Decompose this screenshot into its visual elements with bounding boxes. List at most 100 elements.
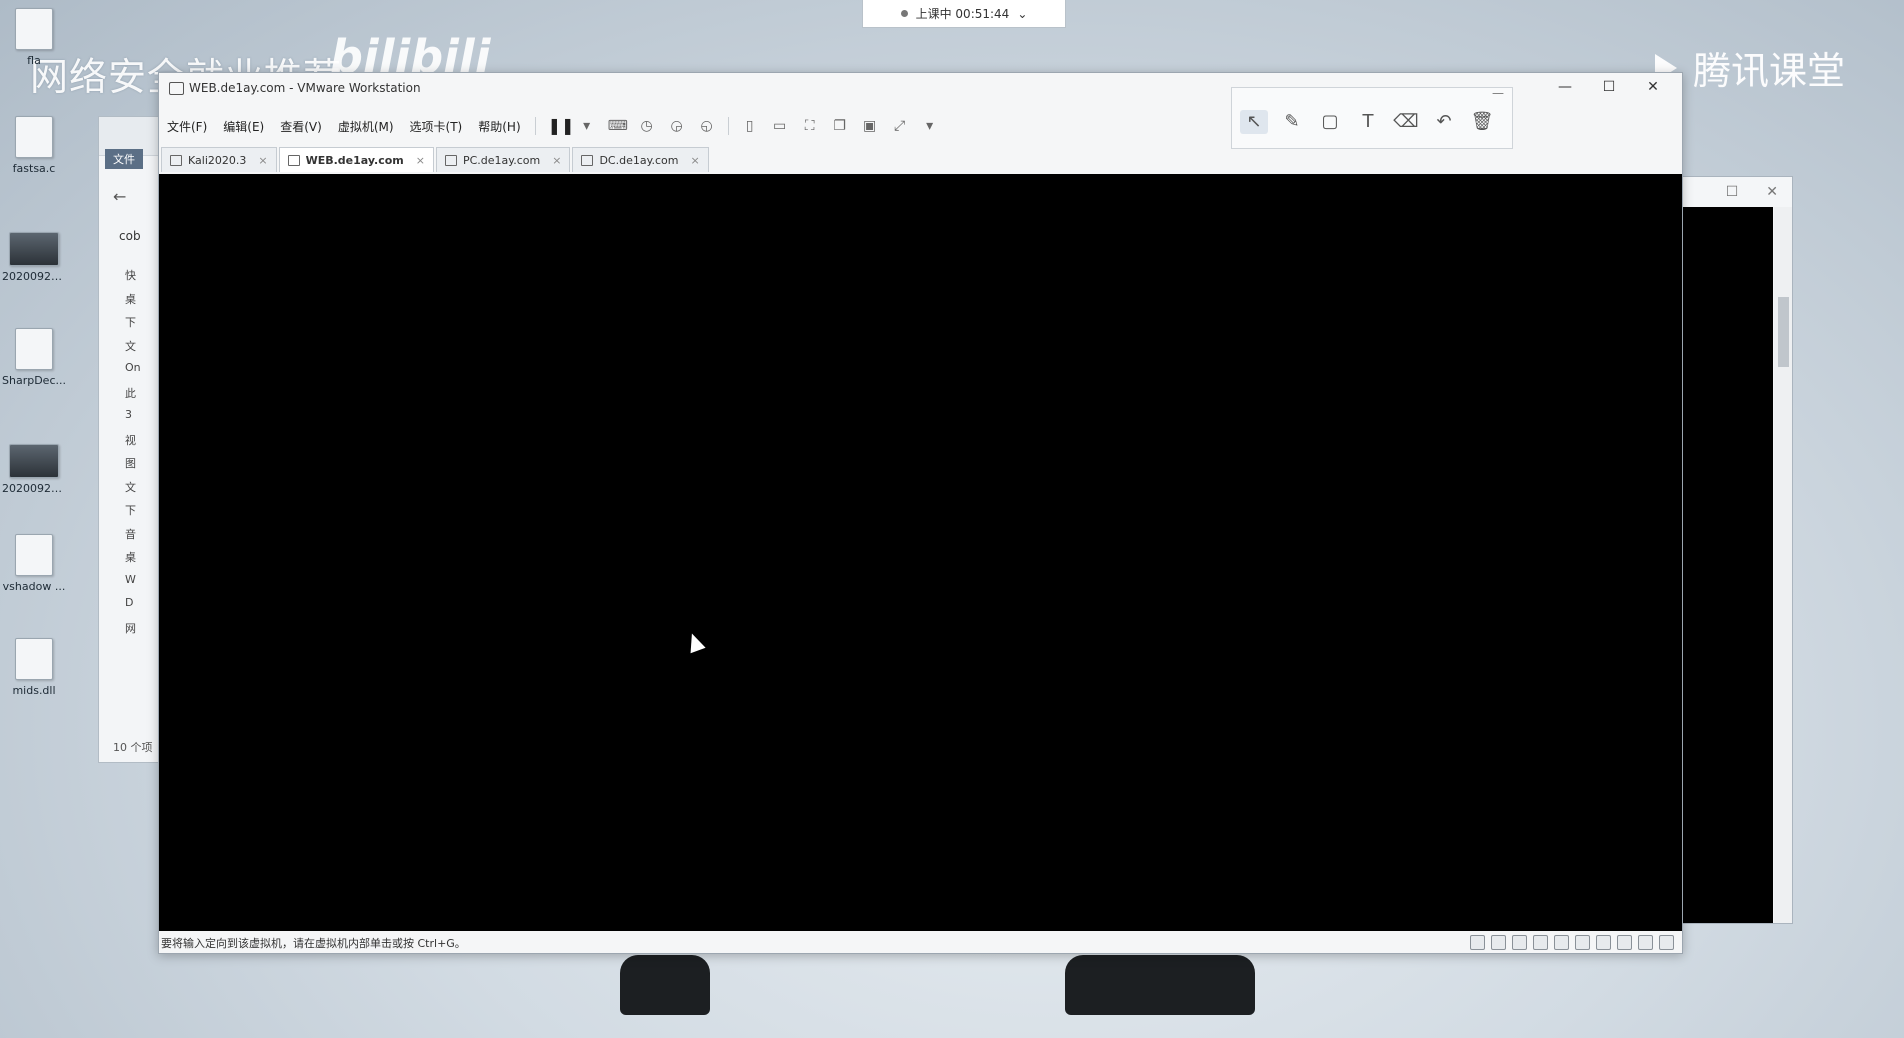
vm-icon [170,154,182,166]
stretch-icon[interactable]: ⤢ [891,118,909,134]
desktop-icon-label: mids.dll [12,684,56,697]
nav-item[interactable]: 快 [125,267,141,291]
trash-icon[interactable]: 🗑 [1468,110,1496,134]
pause-icon[interactable]: ❚❚ [548,118,575,134]
nav-item[interactable]: 视 [125,432,141,456]
snapshot-icon[interactable]: ◷ [638,118,656,134]
send-ctrl-alt-del-icon[interactable]: ⌨ [608,118,628,134]
sound-icon[interactable] [1575,935,1590,950]
menu-tabs[interactable]: 选项卡(T) [402,118,471,135]
maximize-button[interactable]: ☐ [1599,79,1619,95]
menu-view[interactable]: 查看(V) [272,118,330,135]
desktop-icon-label: 20200927 ... [2,482,66,495]
status-message: 要将输入定向到该虚拟机，请在虚拟机内部单击或按 Ctrl+G。 [161,937,466,950]
hdd-icon[interactable] [1470,935,1485,950]
explorer-item-count: 10 个项 [113,741,153,754]
desktop-icon[interactable]: vshadow ... [2,534,66,593]
revert-snapshot-icon[interactable]: ◶ [668,118,686,134]
menu-file[interactable]: 文件(F) [159,118,215,135]
nav-item[interactable]: W [125,573,141,597]
display-icon[interactable] [1617,935,1632,950]
tab-dc[interactable]: DC.de1ay.com × [572,147,709,172]
manage-snapshots-icon[interactable]: ◵ [698,118,716,134]
file-icon [15,116,53,158]
nav-item[interactable]: 下 [125,502,141,526]
network-icon[interactable] [1512,935,1527,950]
file-icon [15,534,53,576]
video-icon [9,232,59,266]
vm-icon [444,154,457,166]
tab-web[interactable]: WEB.de1ay.com × [278,147,434,172]
annotation-minimize-icon[interactable]: — [1492,86,1504,100]
nav-item[interactable]: 3 [125,408,141,432]
vm-icon [581,154,594,166]
pen-icon[interactable]: ✎ [1278,110,1306,134]
close-button[interactable]: ✕ [1643,79,1663,95]
nav-item[interactable]: 文 [125,479,141,503]
tab-pc[interactable]: PC.de1ay.com × [435,147,571,172]
unity-icon[interactable]: ❐ [831,118,849,134]
nav-item[interactable]: 此 [125,385,141,409]
tencent-classroom-logo: 腾讯课堂 [1655,40,1845,95]
menu-help[interactable]: 帮助(H) [470,118,528,135]
class-status-pill[interactable]: 上课中 00:51:44 ⌄ [862,0,1066,28]
vm-console-screen[interactable] [159,174,1682,931]
menu-vm[interactable]: 虚拟机(M) [330,118,402,135]
menu-edit[interactable]: 编辑(E) [215,118,272,135]
nav-item[interactable]: 桌 [125,291,141,315]
desktop-icon[interactable]: 20200927 ... [2,232,66,283]
close-icon[interactable]: × [416,154,425,167]
fullscreen-icon[interactable]: ⛶ [801,118,819,134]
video-icon [9,444,59,478]
message-icon[interactable] [1659,935,1674,950]
cursor-arrow-icon[interactable]: ↖ [1240,110,1268,134]
nav-item[interactable]: 音 [125,526,141,550]
right-window-scrollbar[interactable] [1774,207,1792,923]
maximize-icon[interactable]: ☐ [1726,184,1739,200]
background-terminal-window[interactable]: ☐ ✕ [1675,176,1793,924]
minimize-button[interactable]: — [1555,79,1575,95]
nav-item[interactable]: 下 [125,314,141,338]
close-icon[interactable]: × [552,154,561,167]
close-icon[interactable]: × [258,154,267,167]
explorer-file-tab[interactable]: 文件 [105,149,143,169]
usb-icon[interactable] [1554,935,1569,950]
desktop-icon[interactable]: 20200927 ... [2,444,66,495]
printer-icon[interactable] [1596,935,1611,950]
explorer-address[interactable]: cob [119,229,141,243]
nav-item[interactable]: 图 [125,455,141,479]
class-status-label: 上课中 00:51:44 [915,7,1010,21]
back-arrow-icon[interactable]: ← [113,187,126,206]
nav-item[interactable]: 文 [125,338,141,362]
close-icon[interactable]: × [691,154,700,167]
nav-item[interactable]: D [125,596,141,620]
nav-item[interactable]: On [125,361,141,385]
dropdown-icon[interactable]: ▾ [578,118,596,134]
desktop-icon[interactable]: SharpDec... [2,328,66,387]
toolbar-separator [727,117,729,135]
right-window-titlebar: ☐ ✕ [1676,177,1792,207]
explorer-nav-pane: 快 桌 下 文 On 此 3 视 图 文 下 音 桌 W D 网 [125,267,141,643]
tab-kali[interactable]: Kali2020.3 × [161,147,277,172]
nav-item[interactable]: 桌 [125,549,141,573]
cd-icon[interactable] [1491,935,1506,950]
rectangle-icon[interactable]: ▢ [1316,110,1344,134]
desktop-icon[interactable]: mids.dll [2,638,66,697]
display-icon[interactable] [1638,935,1653,950]
vmware-workstation-window[interactable]: WEB.de1ay.com - VMware Workstation — ☐ ✕… [158,72,1683,954]
undo-icon[interactable]: ↶ [1430,110,1458,134]
tab-label: PC.de1ay.com [462,153,541,167]
scrollbar-thumb[interactable] [1778,297,1789,367]
library-view-icon[interactable]: ▯ [741,118,759,134]
thumbnail-view-icon[interactable]: ▭ [771,118,789,134]
desktop-icon[interactable]: fastsa.c [2,116,66,175]
text-icon[interactable]: T [1354,110,1382,134]
close-icon[interactable]: ✕ [1766,184,1778,200]
dropdown-icon[interactable]: ▾ [921,118,939,134]
network-icon[interactable] [1533,935,1548,950]
right-window-content [1676,207,1773,923]
nav-item[interactable]: 网 [125,620,141,644]
console-icon[interactable]: ▣ [861,118,879,134]
eraser-icon[interactable]: ⌫ [1392,110,1420,134]
desktop-icon[interactable]: fla [2,8,66,67]
